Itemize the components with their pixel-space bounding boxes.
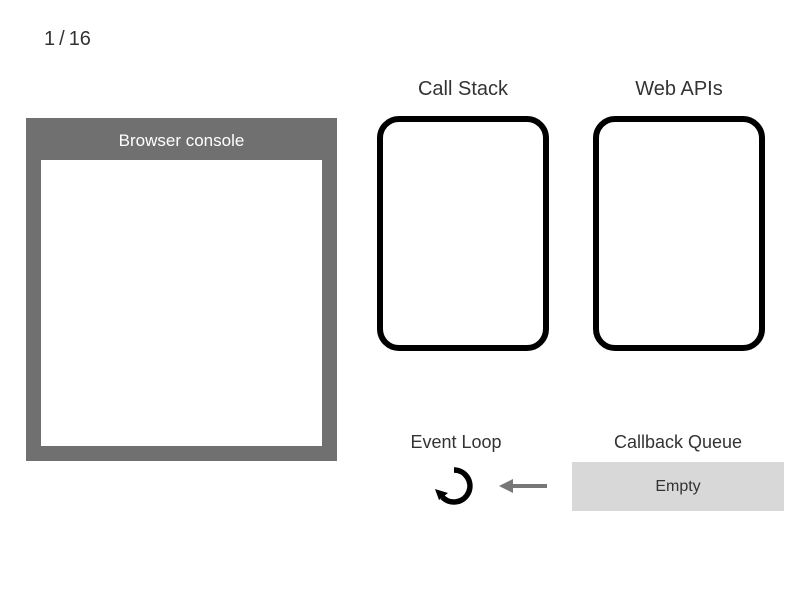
event-loop-icon bbox=[433, 465, 475, 507]
page-total: 16 bbox=[69, 28, 91, 51]
web-apis-box bbox=[593, 116, 765, 351]
page-separator: / bbox=[59, 28, 65, 51]
browser-console-title: Browser console bbox=[26, 118, 337, 163]
browser-console-output bbox=[41, 160, 322, 446]
callback-queue-box: Empty bbox=[572, 462, 784, 511]
page-counter: 1 / 16 bbox=[44, 28, 91, 51]
call-stack-box bbox=[377, 116, 549, 351]
callback-queue-title: Callback Queue bbox=[578, 432, 778, 453]
callback-queue-status: Empty bbox=[655, 478, 700, 496]
page-current: 1 bbox=[44, 28, 55, 51]
web-apis-title: Web APIs bbox=[593, 78, 765, 101]
event-loop-title: Event Loop bbox=[386, 432, 526, 453]
browser-console-panel: Browser console bbox=[26, 118, 337, 461]
call-stack-title: Call Stack bbox=[377, 78, 549, 101]
queue-to-loop-arrow-icon bbox=[497, 475, 549, 497]
